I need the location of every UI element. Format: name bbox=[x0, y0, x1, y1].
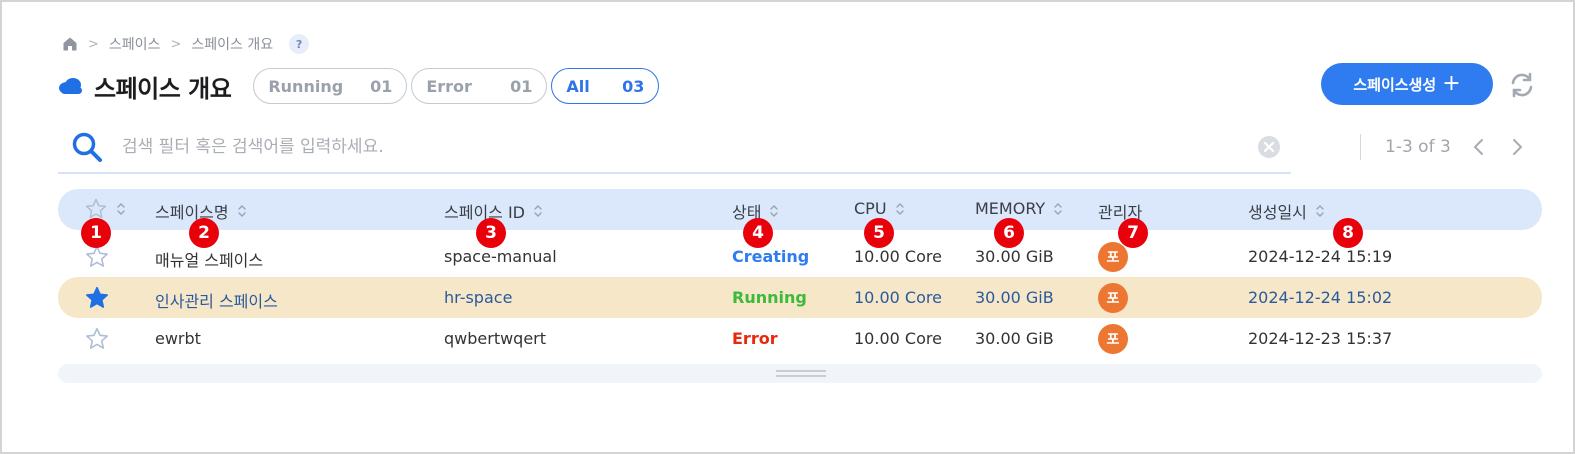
annotation-marker-6: 6 bbox=[994, 218, 1024, 248]
filter-label: All bbox=[566, 76, 590, 96]
breadcrumb-item-spaces[interactable]: 스페이스 bbox=[109, 34, 161, 54]
filter-count: 03 bbox=[622, 76, 645, 96]
cell-cpu: 10.00 Core bbox=[854, 247, 942, 266]
filter-count: 01 bbox=[370, 76, 393, 96]
cell-memory: 30.00 GiB bbox=[975, 329, 1054, 348]
sort-icon[interactable] bbox=[237, 203, 247, 219]
cell-id: space-manual bbox=[444, 247, 557, 266]
annotation-marker-4: 4 bbox=[743, 218, 773, 248]
search-icon[interactable] bbox=[70, 130, 104, 164]
search-bar bbox=[58, 122, 1291, 174]
annotation-marker-7: 7 bbox=[1118, 218, 1148, 248]
cell-id: qwbertwqert bbox=[444, 329, 547, 348]
sort-icon[interactable] bbox=[769, 203, 779, 219]
breadcrumb: > 스페이스 > 스페이스 개요 ? bbox=[62, 34, 310, 54]
chevron-right-icon: > bbox=[88, 36, 99, 52]
column-label: MEMORY bbox=[975, 199, 1046, 218]
cloud-icon bbox=[58, 77, 84, 95]
filter-label: Error bbox=[426, 76, 472, 96]
cell-memory: 30.00 GiB bbox=[975, 247, 1054, 266]
pagination-range: 1-3 of 3 bbox=[1385, 137, 1451, 157]
avatar: 포 bbox=[1098, 324, 1128, 354]
divider bbox=[1360, 134, 1361, 160]
horizontal-scrollbar[interactable] bbox=[58, 364, 1542, 383]
annotation-marker-8: 8 bbox=[1333, 218, 1363, 248]
title-row: 스페이스 개요 Running 01 Error 01 All 03 bbox=[58, 67, 663, 105]
sort-icon[interactable] bbox=[1053, 201, 1063, 217]
star-filled-icon[interactable] bbox=[84, 285, 110, 311]
chevron-right-icon: > bbox=[170, 36, 182, 52]
sort-icon[interactable] bbox=[533, 203, 543, 219]
star-outline-icon[interactable] bbox=[84, 326, 110, 352]
annotation-marker-3: 3 bbox=[476, 218, 506, 248]
cell-name[interactable]: 매뉴얼 스페이스 bbox=[155, 247, 263, 271]
page-title: 스페이스 개요 bbox=[94, 74, 232, 103]
scroll-handle[interactable] bbox=[776, 370, 826, 377]
plus-icon: + bbox=[1442, 71, 1461, 96]
sort-icon[interactable] bbox=[116, 201, 126, 217]
clear-icon[interactable] bbox=[1257, 135, 1281, 159]
column-memory[interactable]: MEMORY bbox=[975, 199, 1063, 218]
home-icon[interactable] bbox=[62, 36, 78, 52]
cell-cpu: 10.00 Core bbox=[854, 329, 942, 348]
cell-name[interactable]: 인사관리 스페이스 bbox=[155, 288, 278, 312]
annotation-marker-5: 5 bbox=[864, 218, 894, 248]
chevron-left-icon[interactable] bbox=[1469, 137, 1489, 157]
create-space-button[interactable]: 스페이스생성 + bbox=[1321, 63, 1493, 105]
table-row[interactable]: 매뉴얼 스페이스 space-manual Creating 10.00 Cor… bbox=[58, 236, 1542, 277]
filter-all[interactable]: All 03 bbox=[551, 68, 660, 104]
avatar: 포 bbox=[1098, 242, 1128, 272]
status-badge: Creating bbox=[732, 247, 810, 266]
chevron-right-icon[interactable] bbox=[1507, 137, 1527, 157]
column-favorite[interactable] bbox=[84, 197, 126, 221]
annotation-marker-2: 2 bbox=[189, 218, 219, 248]
cell-created: 2024-12-24 15:19 bbox=[1248, 247, 1393, 266]
column-label: 스페이스명 bbox=[155, 203, 229, 222]
cell-created: 2024-12-23 15:37 bbox=[1248, 329, 1393, 348]
refresh-icon[interactable] bbox=[1507, 70, 1537, 100]
sort-icon[interactable] bbox=[895, 201, 905, 217]
pagination: 1-3 of 3 bbox=[1360, 134, 1527, 160]
filter-error[interactable]: Error 01 bbox=[411, 68, 548, 104]
column-created[interactable]: 생성일시 bbox=[1248, 199, 1325, 223]
help-icon[interactable]: ? bbox=[289, 34, 310, 54]
cell-cpu: 10.00 Core bbox=[854, 288, 942, 307]
window-frame: > 스페이스 > 스페이스 개요 ? 스페이스 개요 Running 01 Er… bbox=[0, 0, 1575, 454]
create-space-label: 스페이스생성 bbox=[1353, 75, 1437, 94]
filter-running[interactable]: Running 01 bbox=[253, 68, 408, 104]
filter-count: 01 bbox=[510, 76, 533, 96]
table-header: 스페이스명 스페이스 ID 상태 CPU MEMORY 관리자 생성일시 bbox=[58, 189, 1542, 230]
table-row[interactable]: ewrbt qwbertwqert Error 10.00 Core 30.00… bbox=[58, 318, 1542, 359]
cell-created: 2024-12-24 15:02 bbox=[1248, 288, 1393, 307]
column-label: CPU bbox=[854, 199, 887, 218]
cell-id: hr-space bbox=[444, 288, 513, 307]
annotation-marker-1: 1 bbox=[81, 218, 111, 248]
status-badge: Running bbox=[732, 288, 807, 307]
breadcrumb-item-overview: 스페이스 개요 bbox=[191, 37, 274, 53]
table-row[interactable]: 인사관리 스페이스 hr-space Running 10.00 Core 30… bbox=[58, 277, 1542, 318]
column-label: 생성일시 bbox=[1248, 203, 1307, 222]
filter-label: Running bbox=[268, 76, 344, 96]
status-badge: Error bbox=[732, 329, 778, 348]
column-cpu[interactable]: CPU bbox=[854, 199, 905, 218]
sort-icon[interactable] bbox=[1315, 203, 1325, 219]
search-input[interactable] bbox=[122, 137, 1202, 157]
cell-name[interactable]: ewrbt bbox=[155, 329, 201, 348]
cell-memory: 30.00 GiB bbox=[975, 288, 1054, 307]
avatar: 포 bbox=[1098, 283, 1128, 313]
